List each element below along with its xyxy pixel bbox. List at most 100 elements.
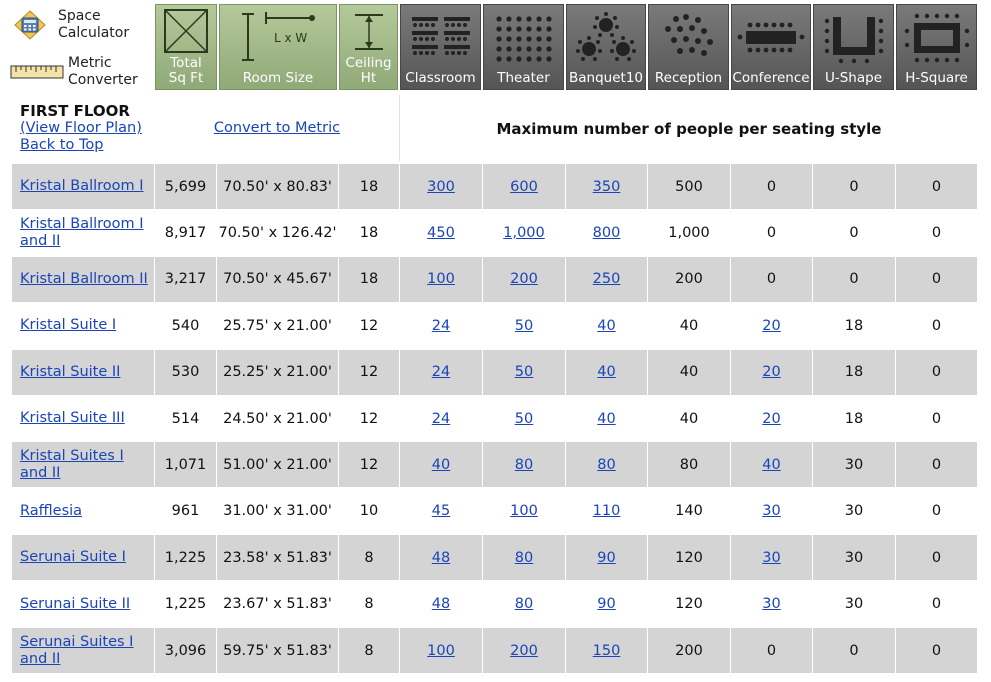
- theater-capacity-link[interactable]: 50: [515, 318, 533, 334]
- table-cell: Kristal Suite II: [12, 349, 154, 395]
- conference-capacity-cell: 0: [766, 642, 777, 659]
- conference-capacity-link[interactable]: 40: [762, 457, 780, 473]
- table-cell: 40: [731, 442, 812, 488]
- total-sq-ft-cell: 3,096: [164, 642, 207, 659]
- u-shape-capacity-cell: 18: [844, 364, 864, 381]
- classroom-capacity-link[interactable]: 450: [427, 225, 455, 241]
- room-name-link[interactable]: Kristal Suite I: [20, 317, 116, 334]
- header-theater[interactable]: Theater: [483, 4, 564, 90]
- room-size-cell: 70.50' x 80.83': [223, 178, 332, 195]
- table-row: Serunai Suite II 1,225 23.67' x 51.83' 8 48 8…: [12, 581, 978, 627]
- header-h-square[interactable]: H-Square: [896, 4, 977, 90]
- theater-capacity-link[interactable]: 100: [510, 503, 538, 519]
- room-name-link[interactable]: Serunai Suite I: [20, 549, 126, 566]
- classroom-capacity-link[interactable]: 24: [432, 318, 450, 334]
- table-cell: 0: [813, 256, 895, 302]
- classroom-capacity-link[interactable]: 24: [432, 364, 450, 380]
- reception-capacity-cell: 1,000: [668, 224, 710, 241]
- banquet-capacity-link[interactable]: 350: [593, 179, 621, 195]
- table-cell: 8: [339, 628, 399, 673]
- theater-capacity-link[interactable]: 50: [515, 411, 533, 427]
- banquet-capacity-link[interactable]: 150: [593, 643, 621, 659]
- room-name-link[interactable]: Rafflesia: [20, 503, 82, 520]
- banquet-capacity-link[interactable]: 80: [597, 457, 615, 473]
- banquet-capacity-link[interactable]: 40: [597, 318, 615, 334]
- conference-capacity-link[interactable]: 30: [762, 503, 780, 519]
- classroom-capacity-link[interactable]: 24: [432, 411, 450, 427]
- table-cell: 20: [731, 396, 812, 441]
- theater-capacity-link[interactable]: 80: [515, 550, 533, 566]
- table-cell: 0: [896, 535, 977, 581]
- conference-capacity-link[interactable]: 20: [762, 318, 780, 334]
- table-cell: 540: [155, 303, 216, 349]
- convert-to-metric-link[interactable]: Convert to Metric: [214, 120, 340, 161]
- room-name-link[interactable]: Serunai Suite II: [20, 596, 130, 613]
- theater-capacity-link[interactable]: 200: [510, 271, 538, 287]
- table-cell: 150: [566, 628, 647, 673]
- table-cell: 31.00' x 31.00': [217, 488, 338, 534]
- table-cell: 30: [731, 488, 812, 534]
- header-reception[interactable]: Reception: [648, 4, 729, 90]
- room-name-link[interactable]: Serunai Suites I and II: [20, 634, 154, 668]
- banquet-capacity-link[interactable]: 800: [593, 225, 621, 241]
- table-cell: 30: [813, 488, 895, 534]
- ceiling-height-cell: 18: [359, 224, 379, 241]
- room-name-link[interactable]: Kristal Ballroom II: [20, 271, 148, 288]
- table-cell: 70.50' x 45.67': [217, 256, 338, 302]
- reception-capacity-cell: 500: [675, 178, 703, 195]
- u-shape-capacity-cell: 0: [849, 178, 859, 195]
- theater-capacity-link[interactable]: 50: [515, 364, 533, 380]
- room-name-link[interactable]: Kristal Ballroom I and II: [20, 216, 154, 250]
- table-cell: 0: [896, 256, 977, 302]
- metric-converter-link[interactable]: Metric Converter: [10, 55, 138, 89]
- classroom-capacity-link[interactable]: 48: [432, 550, 450, 566]
- classroom-capacity-link[interactable]: 100: [427, 643, 455, 659]
- header-total-sq-ft[interactable]: Total Sq Ft: [155, 4, 217, 90]
- header-label: Room Size: [242, 70, 314, 86]
- room-name-link[interactable]: Kristal Suite II: [20, 364, 120, 381]
- banquet-capacity-link[interactable]: 90: [597, 596, 615, 612]
- theater-capacity-link[interactable]: 600: [510, 179, 538, 195]
- banquet-capacity-link[interactable]: 40: [597, 364, 615, 380]
- table-cell: 200: [648, 256, 730, 302]
- u-shape-layout-icon: [824, 17, 883, 64]
- conference-capacity-link[interactable]: 20: [762, 411, 780, 427]
- header-classroom[interactable]: Classroom: [400, 4, 481, 90]
- theater-capacity-link[interactable]: 80: [515, 596, 533, 612]
- space-calculator-link[interactable]: Space Calculator: [10, 8, 129, 42]
- back-to-top-link[interactable]: Back to Top: [20, 137, 155, 154]
- conference-capacity-link[interactable]: 30: [762, 596, 780, 612]
- banquet-capacity-link[interactable]: 110: [593, 503, 621, 519]
- banquet-capacity-link[interactable]: 40: [597, 411, 615, 427]
- header-u-shape[interactable]: U-Shape: [813, 4, 894, 90]
- theater-capacity-link[interactable]: 200: [510, 643, 538, 659]
- classroom-capacity-link[interactable]: 45: [432, 503, 450, 519]
- classroom-capacity-link[interactable]: 100: [427, 271, 455, 287]
- room-size-cell: 70.50' x 45.67': [223, 271, 332, 288]
- classroom-capacity-link[interactable]: 300: [427, 179, 455, 195]
- conference-capacity-link[interactable]: 30: [762, 550, 780, 566]
- classroom-capacity-link[interactable]: 40: [432, 457, 450, 473]
- table-cell: 90: [566, 581, 647, 627]
- header-conference[interactable]: Conference: [731, 4, 811, 90]
- banquet-capacity-link[interactable]: 90: [597, 550, 615, 566]
- header-room-size[interactable]: L x W Room Size: [219, 4, 337, 90]
- classroom-capacity-link[interactable]: 48: [432, 596, 450, 612]
- banquet-capacity-link[interactable]: 250: [593, 271, 621, 287]
- room-name-link[interactable]: Kristal Suites I and II: [20, 448, 154, 482]
- table-cell: 450: [400, 210, 482, 256]
- header-label: Classroom: [405, 70, 476, 86]
- table-cell: 40: [566, 396, 647, 441]
- table-cell: 30: [813, 581, 895, 627]
- room-name-link[interactable]: Kristal Suite III: [20, 410, 125, 427]
- table-row: Kristal Suite II 530 25.25' x 21.00' 12 24 50…: [12, 349, 978, 395]
- view-floor-plan-link[interactable]: (View Floor Plan): [20, 120, 155, 137]
- theater-capacity-link[interactable]: 80: [515, 457, 533, 473]
- room-name-link[interactable]: Kristal Ballroom I: [20, 178, 144, 195]
- table-cell: 24: [400, 303, 482, 349]
- header-ceiling-ht[interactable]: Ceiling Ht: [339, 4, 398, 90]
- conference-capacity-link[interactable]: 20: [762, 364, 780, 380]
- room-size-cell: 23.67' x 51.83': [223, 596, 332, 613]
- header-banquet10[interactable]: Banquet10: [566, 4, 646, 90]
- theater-capacity-link[interactable]: 1,000: [503, 225, 545, 241]
